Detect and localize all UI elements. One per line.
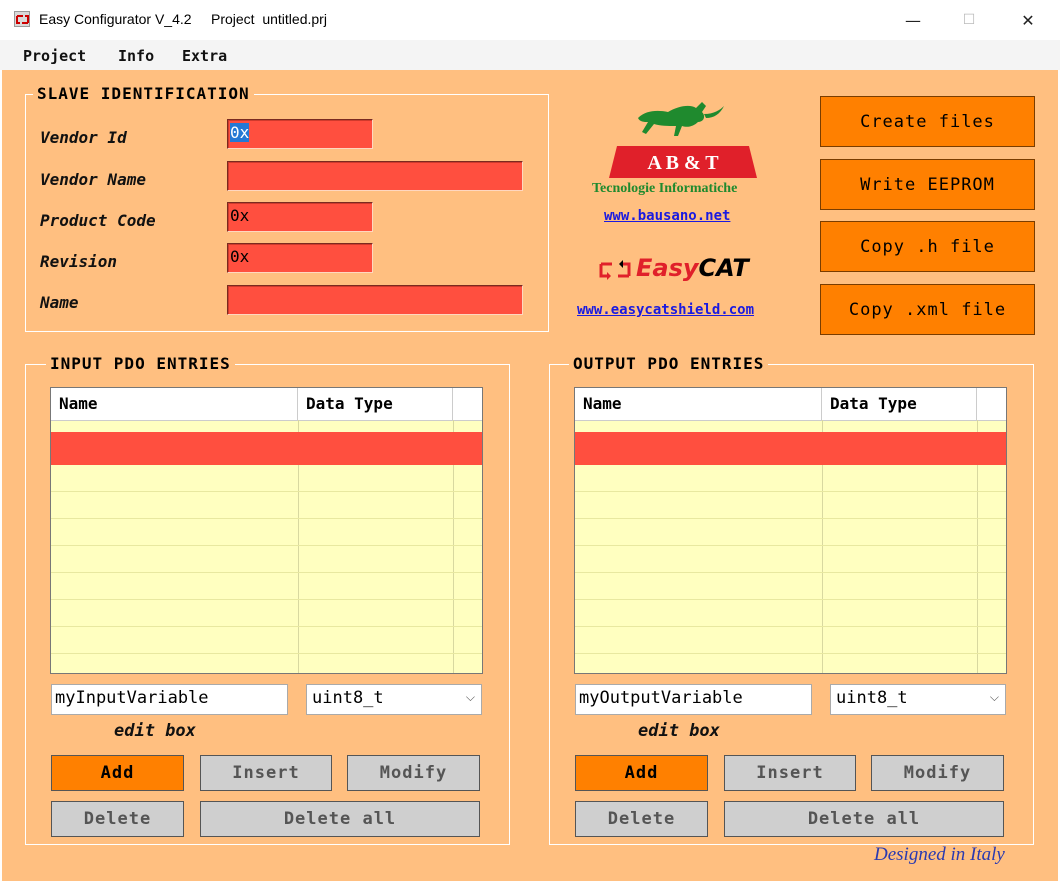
input-variable-name-field[interactable]: myInputVariable [51, 684, 288, 715]
table-row[interactable] [51, 492, 482, 519]
input-pdo-table[interactable]: Name Data Type [50, 387, 483, 674]
input-modify-button[interactable]: Modify [347, 755, 480, 791]
easycat-link[interactable]: www.easycatshield.com [577, 302, 754, 318]
write-eeprom-button[interactable]: Write EEPROM [820, 159, 1035, 210]
output-pdo-title: OUTPUT PDO ENTRIES [569, 354, 769, 373]
menu-bar: Project Info Extra [0, 40, 1060, 70]
column-name[interactable]: Name [575, 388, 822, 420]
vendor-id-field[interactable]: 0x [227, 119, 373, 149]
bausano-link[interactable]: www.bausano.net [604, 208, 730, 224]
minimize-button[interactable]: — [890, 5, 936, 35]
table-row[interactable] [51, 546, 482, 573]
table-row[interactable] [575, 519, 1006, 546]
column-data-type[interactable]: Data Type [298, 388, 453, 420]
abt-logo: A B & T [609, 146, 757, 178]
table-header: Name Data Type [51, 388, 482, 421]
copy-xml-file-button[interactable]: Copy .xml file [820, 284, 1035, 335]
vendor-name-field[interactable] [227, 161, 523, 191]
table-row[interactable] [51, 465, 482, 492]
close-button[interactable]: ✕ [1005, 5, 1051, 35]
table-row[interactable] [575, 600, 1006, 627]
window-title: Easy Configurator V_4.2 Project untitled… [39, 11, 327, 27]
input-delete-all-button[interactable]: Delete all [200, 801, 480, 837]
input-pdo-title: INPUT PDO ENTRIES [46, 354, 235, 373]
menu-project[interactable]: Project [23, 47, 86, 65]
input-delete-button[interactable]: Delete [51, 801, 184, 837]
revision-label: Revision [40, 252, 118, 271]
easycat-logo-icon [599, 260, 631, 280]
output-edit-box-label: edit box [638, 721, 720, 741]
output-delete-button[interactable]: Delete [575, 801, 708, 837]
table-row[interactable] [575, 627, 1006, 654]
create-files-button[interactable]: Create files [820, 96, 1035, 147]
maximize-button[interactable]: ☐ [946, 5, 992, 35]
vendor-id-label: Vendor Id [40, 128, 127, 147]
product-code-label: Product Code [40, 211, 156, 230]
menu-info[interactable]: Info [118, 47, 154, 65]
input-add-button[interactable]: Add [51, 755, 184, 791]
menu-extra[interactable]: Extra [182, 47, 227, 65]
title-bar: Easy Configurator V_4.2 Project untitled… [0, 0, 1060, 40]
app-icon [14, 11, 30, 27]
table-row[interactable] [51, 519, 482, 546]
name-field[interactable] [227, 285, 523, 315]
horse-logo-icon [638, 102, 724, 136]
copy-h-file-button[interactable]: Copy .h file [820, 221, 1035, 272]
table-row[interactable] [575, 546, 1006, 573]
designed-in-italy-label: Designed in Italy [874, 844, 1005, 865]
table-header: Name Data Type [575, 388, 1006, 421]
output-insert-button[interactable]: Insert [724, 755, 856, 791]
chevron-down-icon: ⌵ [465, 690, 475, 704]
output-add-button[interactable]: Add [575, 755, 708, 791]
slave-identification-title: SLAVE IDENTIFICATION [33, 84, 254, 103]
output-variable-name-field[interactable]: myOutputVariable [575, 684, 812, 715]
table-row[interactable] [575, 492, 1006, 519]
svg-text:A B & T: A B & T [647, 152, 719, 174]
table-row[interactable] [51, 573, 482, 600]
name-label: Name [40, 293, 79, 312]
table-row-selected[interactable] [51, 432, 482, 465]
table-row-selected[interactable] [575, 432, 1006, 465]
chevron-down-icon: ⌵ [989, 690, 999, 704]
column-data-type[interactable]: Data Type [822, 388, 977, 420]
table-row[interactable] [575, 465, 1006, 492]
table-row[interactable] [575, 573, 1006, 600]
abt-subtitle: Tecnologie Informatiche [592, 181, 738, 196]
output-data-type-select[interactable]: uint8_t ⌵ [830, 684, 1006, 715]
output-modify-button[interactable]: Modify [871, 755, 1004, 791]
output-pdo-table[interactable]: Name Data Type [574, 387, 1007, 674]
input-data-type-select[interactable]: uint8_t ⌵ [306, 684, 482, 715]
table-row[interactable] [51, 627, 482, 654]
vendor-name-label: Vendor Name [40, 170, 146, 189]
easycat-logo: EasyCAT [636, 254, 749, 282]
input-edit-box-label: edit box [114, 721, 196, 741]
revision-field[interactable]: 0x [227, 243, 373, 273]
input-insert-button[interactable]: Insert [200, 755, 332, 791]
table-row[interactable] [51, 600, 482, 627]
product-code-field[interactable]: 0x [227, 202, 373, 232]
output-delete-all-button[interactable]: Delete all [724, 801, 1004, 837]
column-name[interactable]: Name [51, 388, 298, 420]
